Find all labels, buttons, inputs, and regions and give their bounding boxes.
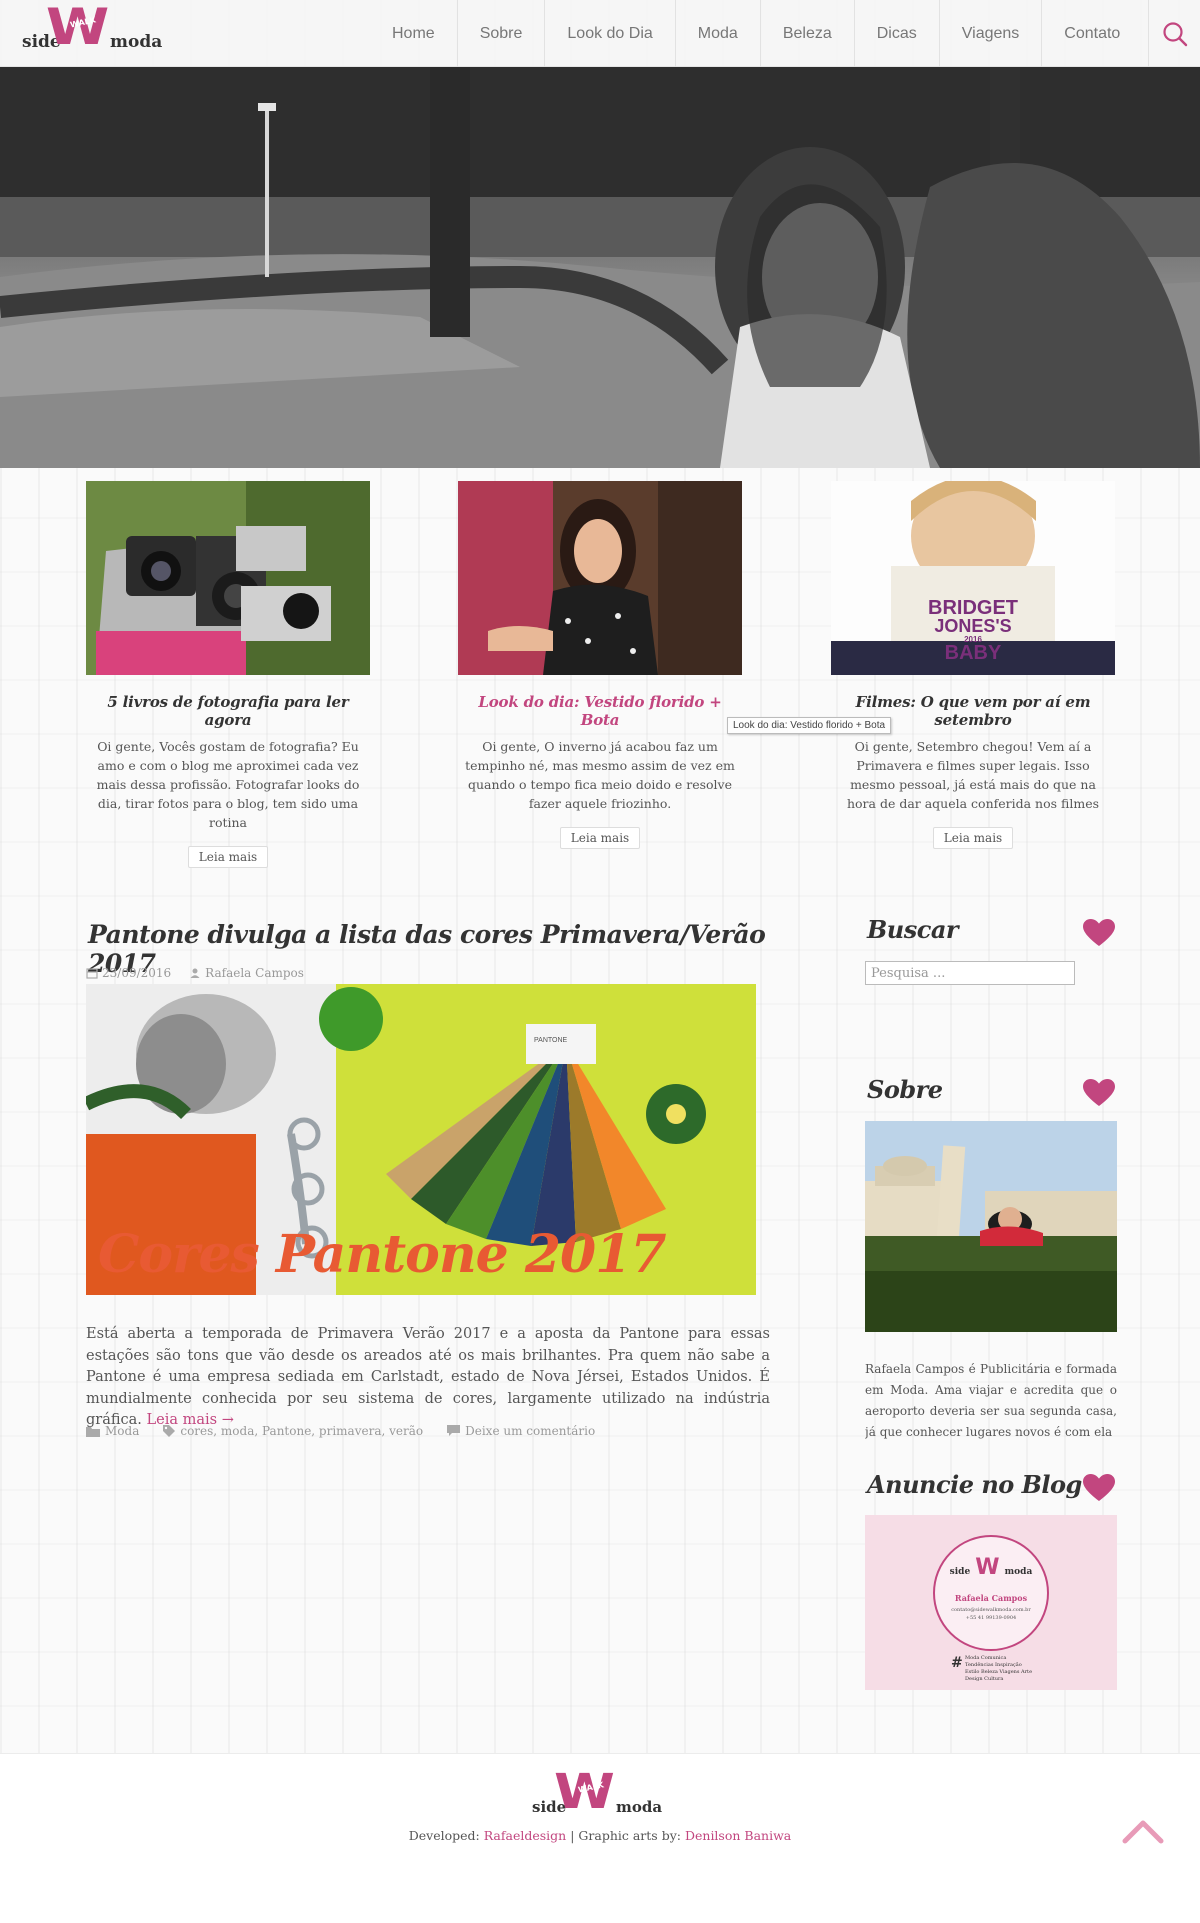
site-logo[interactable]: side W WALK moda [22, 2, 162, 62]
link-tooltip: Look do dia: Vestido florido + Bota [727, 717, 892, 734]
about-text: Rafaela Campos é Publicitária e formada … [865, 1362, 1117, 1439]
search-button[interactable] [1148, 0, 1200, 67]
featured-image-look[interactable] [458, 481, 742, 675]
featured-excerpt: Oi gente, Vocês gostam de fotografia? Eu… [96, 739, 360, 830]
heart-icon [1083, 919, 1115, 946]
read-more-button[interactable]: Leia mais [559, 827, 641, 849]
widget-title-about: Sobre [867, 1075, 943, 1104]
nav-item-home[interactable]: Home [370, 0, 457, 67]
heart-icon [1083, 1474, 1115, 1501]
sidebar-search-input[interactable] [865, 961, 1075, 985]
logo-w-mark: W [975, 1555, 1000, 1580]
nav-item-beleza[interactable]: Beleza [759, 0, 854, 67]
read-more-button[interactable]: Leia mais [187, 846, 269, 868]
read-more-button[interactable]: Leia mais [932, 827, 1014, 849]
nav-item-viagens[interactable]: Viagens [938, 0, 1042, 67]
svg-text:PANTONE: PANTONE [534, 1037, 568, 1044]
featured-title[interactable]: Look do dia: Vestido florido + Bota [458, 693, 742, 729]
footer-logo[interactable]: side W WALK moda [532, 1768, 672, 1828]
post-footer-meta: Moda cores, moda, Pantone, primavera, ve… [86, 1424, 595, 1438]
widget-title-search: Buscar [867, 915, 959, 944]
site-footer: side W WALK moda Developed: Rafaeldesign… [0, 1753, 1200, 1923]
featured-image-bridget-jones[interactable]: BRIDGET JONES'S 2016 BABY [831, 481, 1115, 675]
post-meta: 23/09/2016 Rafaela Campos [86, 966, 304, 980]
post-date[interactable]: 23/09/2016 [102, 966, 171, 980]
back-to-top-icon[interactable] [1122, 1818, 1164, 1844]
post-author[interactable]: Rafaela Campos [205, 966, 304, 980]
main-nav: Home Sobre Look do Dia Moda Beleza Dicas… [370, 0, 1142, 67]
post-excerpt: Está aberta a temporada de Primavera Ver… [86, 1326, 770, 1428]
folder-icon [86, 1426, 100, 1437]
widget-title-advertise: Anuncie no Blog [867, 1470, 1082, 1499]
top-navbar: side W WALK moda Home Sobre Look do Dia … [0, 0, 1200, 67]
advertise-banner[interactable]: side W moda Rafaela Campos contato@sidew… [865, 1515, 1117, 1690]
about-photo [865, 1121, 1117, 1332]
nav-item-moda[interactable]: Moda [674, 0, 760, 67]
artist-link[interactable]: Denilson Baniwa [685, 1828, 791, 1843]
nav-item-dicas[interactable]: Dicas [853, 0, 939, 67]
nav-item-sobre[interactable]: Sobre [456, 0, 545, 67]
post-image-caption: Cores Pantone 2017 [98, 1224, 667, 1285]
nav-item-contato[interactable]: Contato [1041, 0, 1142, 67]
featured-card-1: 5 livros de fotografia para ler agora Oi… [86, 481, 370, 868]
comment-icon [447, 1425, 461, 1436]
user-icon [190, 968, 200, 978]
post-featured-image[interactable]: PANTONE Cores Pantone 2017 [86, 984, 756, 1295]
search-icon [1162, 21, 1187, 46]
tag-icon [163, 1425, 176, 1437]
featured-title[interactable]: 5 livros de fotografia para ler agora [86, 693, 370, 729]
hero-banner-image [0, 67, 1200, 468]
post-category-link[interactable]: Moda [105, 1424, 139, 1438]
nav-item-look-do-dia[interactable]: Look do Dia [544, 0, 674, 67]
featured-card-3: BRIDGET JONES'S 2016 BABY Filmes: O que … [831, 481, 1115, 849]
heart-icon [1083, 1079, 1115, 1106]
featured-card-2: Look do dia: Vestido florido + Bota Oi g… [458, 481, 742, 849]
featured-excerpt: Oi gente, Setembro chegou! Vem aí a Prim… [846, 739, 1100, 811]
footer-credits: Developed: Rafaeldesign | Graphic arts b… [408, 1828, 792, 1843]
post-tags-links[interactable]: cores, moda, Pantone, primavera, verão [180, 1424, 423, 1438]
featured-image-cameras[interactable] [86, 481, 370, 675]
calendar-icon [86, 968, 98, 979]
developer-link[interactable]: Rafaeldesign [484, 1828, 567, 1843]
featured-excerpt: Oi gente, O inverno já acabou faz um tem… [465, 739, 735, 811]
post-comments-link[interactable]: Deixe um comentário [465, 1424, 595, 1438]
